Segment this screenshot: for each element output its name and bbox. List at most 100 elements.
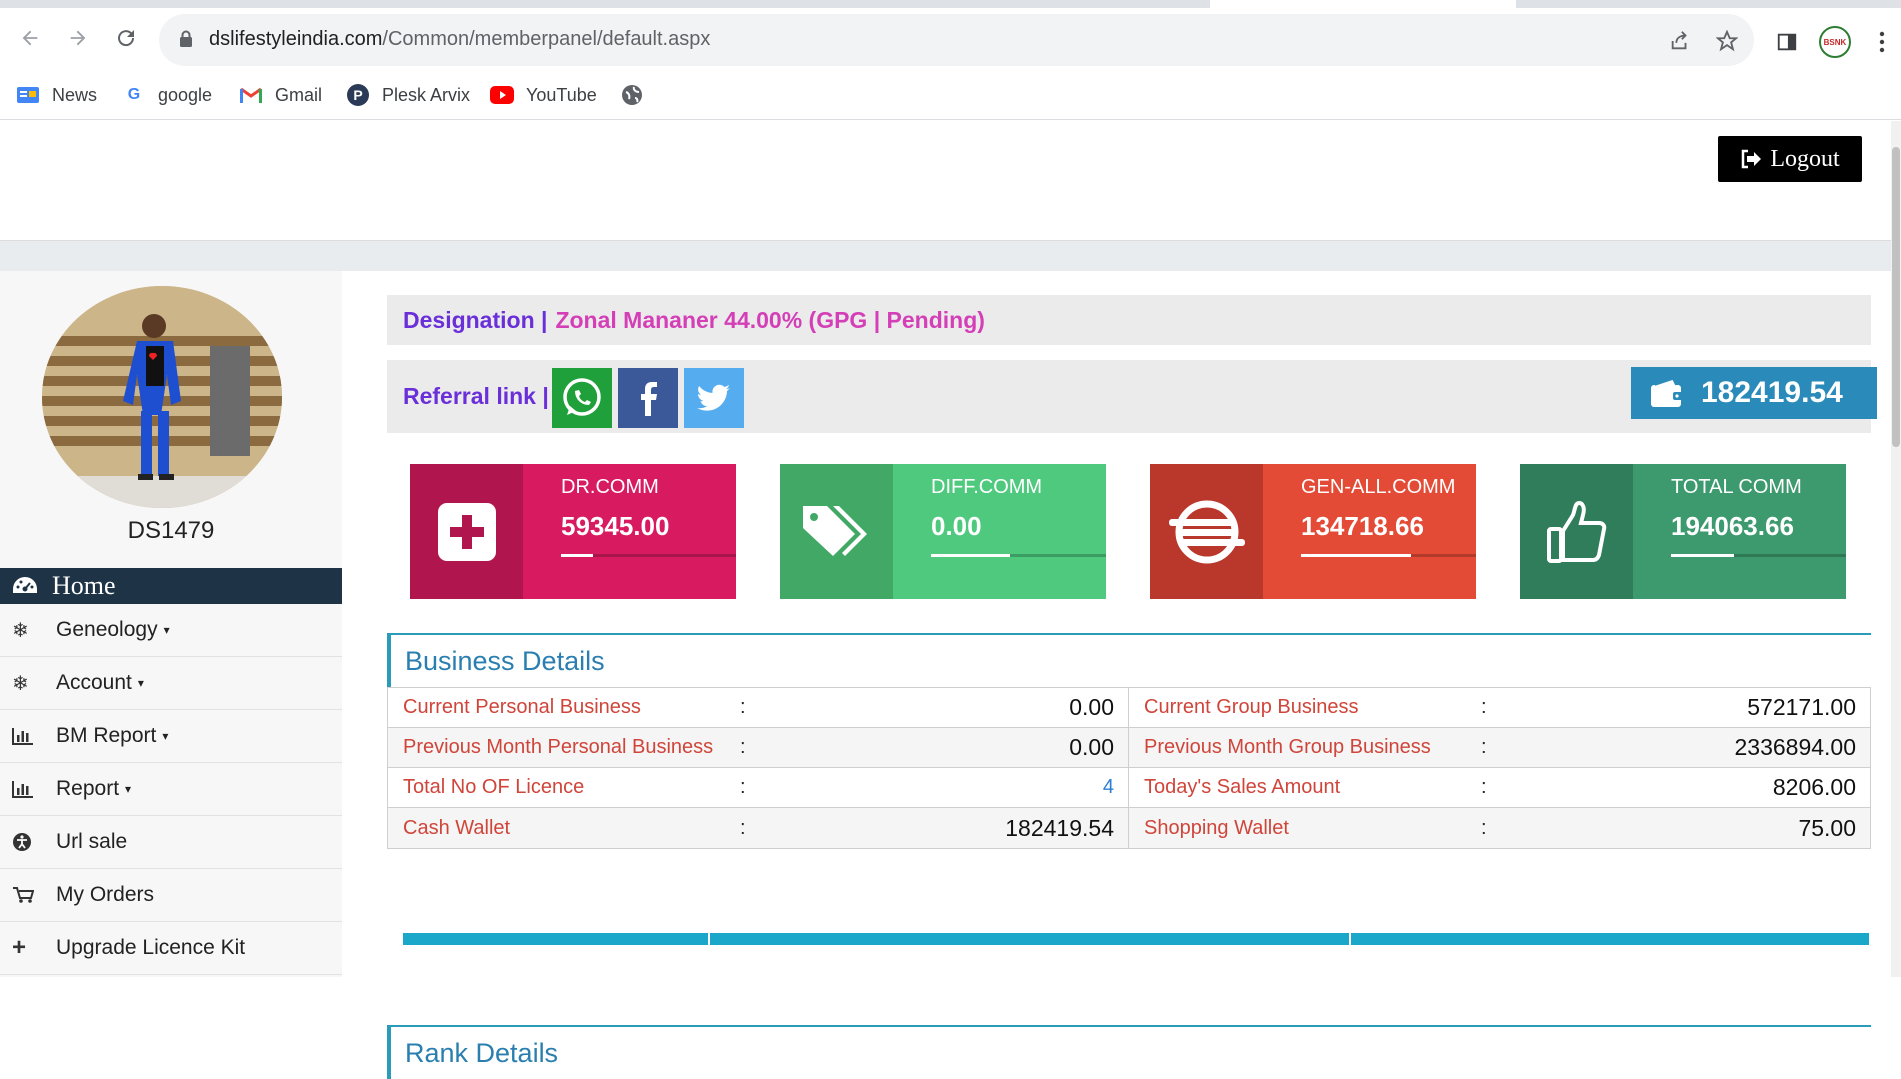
colon: : bbox=[740, 696, 746, 718]
designation-value: Zonal Mananer 44.00% (GPG | Pending) bbox=[555, 306, 985, 333]
sidebar-item-upgrade-licence-kit[interactable]: + Upgrade Licence Kit bbox=[0, 922, 342, 975]
bookmark-gmail[interactable]: Gmail bbox=[239, 82, 322, 108]
back-button[interactable] bbox=[12, 20, 48, 56]
stat-progress bbox=[1301, 554, 1476, 557]
whatsapp-share-button[interactable] bbox=[552, 368, 612, 428]
stat-info: DIFF.COMM 0.00 bbox=[893, 464, 1106, 599]
forward-button[interactable] bbox=[60, 20, 96, 56]
reload-button[interactable] bbox=[108, 20, 144, 56]
sidebar-item-home[interactable]: Home bbox=[0, 568, 342, 604]
stat-icon-box bbox=[780, 464, 893, 599]
facebook-icon bbox=[641, 382, 657, 416]
stat-label: GEN-ALL.COMM bbox=[1301, 476, 1456, 498]
sidebar-item-label: Url sale bbox=[56, 830, 128, 853]
field-value: 572171.00 bbox=[1747, 694, 1856, 720]
licence-count-link[interactable]: 4 bbox=[1103, 776, 1114, 799]
sidebar-item-bm-report[interactable]: BM Report ▾ bbox=[0, 710, 342, 763]
table-cell: Today's Sales Amount : 8206.00 bbox=[1129, 768, 1870, 807]
field-value: 8206.00 bbox=[1772, 774, 1856, 800]
bookmark-news[interactable]: News bbox=[16, 82, 97, 108]
address-bar[interactable]: dslifestyleindia.com/Common/memberpanel/… bbox=[159, 14, 1754, 66]
bookmark-label: News bbox=[52, 84, 98, 105]
wallet-icon bbox=[1651, 378, 1683, 407]
stat-value: 59345.00 bbox=[561, 511, 670, 541]
sidebar-item-report[interactable]: Report ▾ bbox=[0, 763, 342, 816]
bookmark-google[interactable]: G google bbox=[122, 82, 212, 108]
stat-icon-box bbox=[1150, 464, 1263, 599]
rank-table-header-cell bbox=[1351, 933, 1871, 945]
stat-progress-fill bbox=[561, 554, 593, 557]
page-header: Logout bbox=[0, 121, 1891, 241]
share-icon[interactable] bbox=[1667, 28, 1693, 54]
designation-bar: Designation | Zonal Mananer 44.00% (GPG … bbox=[387, 295, 1871, 345]
sidebar-item-account[interactable]: ❄ Account ▾ bbox=[0, 657, 342, 710]
stat-value: 0.00 bbox=[931, 511, 982, 541]
stat-info: DR.COMM 59345.00 bbox=[523, 464, 736, 599]
designation-label: Designation | bbox=[403, 306, 548, 333]
main-panel: Designation | Zonal Mananer 44.00% (GPG … bbox=[365, 271, 1891, 1079]
stat-label: TOTAL COMM bbox=[1671, 476, 1802, 498]
table-cell: Previous Month Group Business : 2336894.… bbox=[1129, 728, 1870, 767]
sidebar-item-my-orders[interactable]: My Orders bbox=[0, 869, 342, 922]
google-icon: G bbox=[127, 86, 141, 103]
stack-icon bbox=[1168, 500, 1245, 563]
field-value: 0.00 bbox=[1069, 694, 1114, 720]
bar-chart-icon bbox=[12, 727, 42, 745]
table-row: Total No OF Licence : 4 Today's Sales Am… bbox=[388, 768, 1870, 808]
facebook-share-button[interactable] bbox=[618, 368, 678, 428]
stat-progress-fill bbox=[1301, 554, 1412, 557]
bookmark-star-icon[interactable] bbox=[1714, 28, 1740, 54]
lock-icon bbox=[180, 30, 192, 47]
page-scrollbar[interactable] bbox=[1891, 121, 1901, 977]
bookmark-plesk[interactable]: P Plesk Arvix bbox=[346, 82, 470, 108]
sidebar-item-geneology[interactable]: ❄ Geneology ▾ bbox=[0, 604, 342, 657]
sidebar-item-label: Home bbox=[52, 571, 116, 600]
bookmark-label: YouTube bbox=[526, 84, 597, 105]
svg-text:P: P bbox=[353, 87, 362, 103]
field-value: 75.00 bbox=[1798, 814, 1856, 841]
profile-photo bbox=[42, 286, 282, 508]
field-label: Previous Month Group Business bbox=[1144, 736, 1431, 758]
stat-card-dr-comm[interactable]: DR.COMM 59345.00 bbox=[410, 464, 736, 599]
bookmark-youtube[interactable]: YouTube bbox=[490, 82, 597, 108]
url-domain: dslifestyleindia.com bbox=[209, 28, 383, 50]
sidebar-item-url-sale[interactable]: Url sale bbox=[0, 816, 342, 869]
stat-card-diff-comm[interactable]: DIFF.COMM 0.00 bbox=[780, 464, 1106, 599]
url-text[interactable]: dslifestyleindia.com/Common/memberpanel/… bbox=[209, 28, 710, 51]
logout-button[interactable]: Logout bbox=[1718, 136, 1862, 182]
plesk-icon: P bbox=[346, 83, 370, 107]
twitter-icon bbox=[697, 384, 730, 411]
rank-table-header bbox=[403, 933, 1871, 945]
stat-card-total-comm[interactable]: TOTAL COMM 194063.66 bbox=[1520, 464, 1846, 599]
chevron-down-icon: ▾ bbox=[162, 729, 169, 743]
table-row: Current Personal Business : 0.00 Current… bbox=[388, 688, 1870, 728]
stat-card-gen-all-comm[interactable]: GEN-ALL.COMM 134718.66 bbox=[1150, 464, 1476, 599]
browser-tab-active[interactable] bbox=[1210, 0, 1516, 8]
side-panel-icon[interactable] bbox=[1773, 28, 1801, 56]
youtube-icon bbox=[490, 83, 514, 107]
colon: : bbox=[740, 816, 746, 839]
twitter-share-button[interactable] bbox=[684, 368, 744, 428]
plus-icon: + bbox=[12, 934, 27, 961]
colon: : bbox=[1481, 736, 1487, 758]
wallet-balance-button[interactable]: 182419.54 bbox=[1631, 367, 1877, 419]
bar-chart-icon bbox=[12, 780, 42, 798]
stat-progress-fill bbox=[1671, 554, 1734, 557]
stat-progress bbox=[561, 554, 736, 557]
sidebar-item-label: BM Report bbox=[56, 724, 157, 747]
section-title: Business Details bbox=[387, 635, 1871, 687]
menu-dots-icon[interactable] bbox=[1868, 28, 1896, 56]
field-value: 0.00 bbox=[1069, 734, 1114, 760]
bookmark-globe[interactable] bbox=[620, 82, 656, 108]
sidebar-item-label: My Orders bbox=[56, 883, 155, 906]
colon: : bbox=[1481, 816, 1487, 839]
business-details-section: Business Details Current Personal Busine… bbox=[387, 633, 1871, 849]
header-divider bbox=[0, 241, 1891, 271]
thumbs-up-icon bbox=[1546, 500, 1606, 563]
scrollbar-thumb[interactable] bbox=[1892, 147, 1900, 447]
rank-table-header-cell bbox=[403, 933, 710, 945]
field-label: Current Personal Business bbox=[403, 696, 641, 718]
stat-value: 134718.66 bbox=[1301, 511, 1424, 541]
tags-icon bbox=[802, 505, 867, 556]
profile-avatar[interactable]: BSNK bbox=[1819, 26, 1851, 58]
